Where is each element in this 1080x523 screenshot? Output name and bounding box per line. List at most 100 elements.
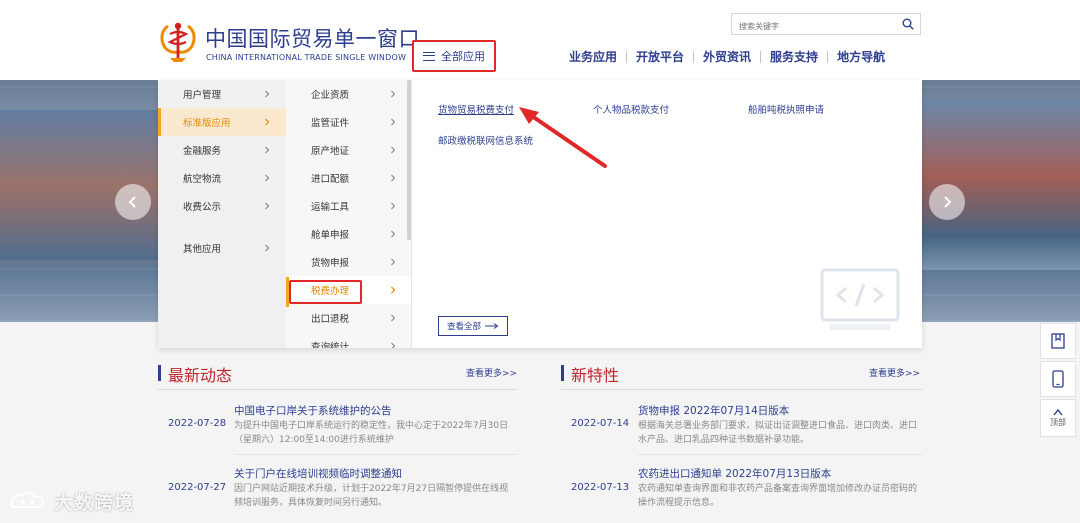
news-description: 为提升中国电子口岸系统运行的稳定性，我中心定于2022年7月30日（星期六）12… <box>234 421 509 445</box>
mobile-tool-button[interactable] <box>1040 361 1076 397</box>
nav-trade-news[interactable]: 外贸资讯 <box>694 48 760 65</box>
news-row-divider <box>234 454 518 455</box>
feature-description: 农药通知单查询界面和非农药产品备案查询界面增加修改办证员密码的操作流程提示信息。 <box>638 484 918 508</box>
category-label: 用户管理 <box>183 90 222 101</box>
chevron-right-icon <box>265 244 270 252</box>
view-all-button[interactable]: 查看全部 <box>438 316 508 336</box>
chevron-right-icon <box>265 146 270 154</box>
back-to-top-button[interactable]: 顶部 <box>1040 399 1076 437</box>
subcategory-label: 货物申报 <box>311 258 350 269</box>
all-apps-button[interactable]: 全部应用 <box>412 40 496 72</box>
link-ship-tonnage-tax-license[interactable]: 船舶吨税执照申请 <box>748 102 824 116</box>
all-apps-dropdown: 用户管理 标准版应用 金融服务 航空物流 收费公示 其他应用 企业资质 监管证件… <box>158 80 922 348</box>
logo-subtitle: CHINA INTERNATIONAL TRADE SINGLE WINDOW <box>206 53 407 62</box>
chevron-right-icon <box>391 286 396 294</box>
subcategory-label: 进口配额 <box>311 174 350 185</box>
subcategory-query-statistics[interactable]: 查询统计 <box>286 332 411 348</box>
new-features-title: 新特性 <box>561 362 619 386</box>
view-all-label: 查看全部 <box>446 322 481 332</box>
category-label: 标准版应用 <box>183 118 231 129</box>
category-other-apps[interactable]: 其他应用 <box>158 234 286 262</box>
chevron-right-icon <box>391 202 396 210</box>
logo-title[interactable]: 中国国际贸易单一窗口 <box>205 23 420 53</box>
category-standard-apps[interactable]: 标准版应用 <box>158 108 286 136</box>
feature-title[interactable]: 货物申报 2022年07月14日版本 <box>638 403 789 418</box>
mobile-phone-icon <box>1052 370 1064 388</box>
latest-news-title: 最新动态 <box>158 362 232 386</box>
chevron-right-icon <box>944 196 952 208</box>
chevron-right-icon <box>265 202 270 210</box>
primary-category-list: 用户管理 标准版应用 金融服务 航空物流 收费公示 其他应用 <box>158 80 286 348</box>
secondary-category-list: 企业资质 监管证件 原产地证 进口配额 运输工具 舱单申报 货物申报 税费办理 <box>286 80 412 348</box>
watermark-text: 大数跨境 <box>54 492 135 514</box>
banner-next-button[interactable] <box>929 184 965 220</box>
search-input[interactable] <box>732 16 892 37</box>
subcategory-goods-declaration[interactable]: 货物申报 <box>286 248 411 276</box>
top-navigation: 业务应用 开放平台 外贸资讯 服务支持 地方导航 <box>560 48 894 65</box>
news-description: 因门户网站近期技术升级，计划于2022年7月27日隔暂停提供在线视频培训服务，具… <box>234 484 509 508</box>
category-user-management[interactable]: 用户管理 <box>158 80 286 108</box>
nav-business-apps[interactable]: 业务应用 <box>560 48 626 65</box>
category-label: 航空物流 <box>183 174 222 185</box>
subcategory-import-quota[interactable]: 进口配额 <box>286 164 411 192</box>
chevron-right-icon <box>391 118 396 126</box>
subcategory-transport-vehicles[interactable]: 运输工具 <box>286 192 411 220</box>
category-fee-disclosure[interactable]: 收费公示 <box>158 192 286 220</box>
subcategory-certificate-of-origin[interactable]: 原产地证 <box>286 136 411 164</box>
subcategory-tax-handling[interactable]: 税费办理 <box>286 276 411 304</box>
nav-open-platform[interactable]: 开放平台 <box>627 48 693 65</box>
link-goods-trade-tax-payment[interactable]: 货物贸易税费支付 <box>438 102 514 116</box>
chevron-left-icon <box>128 196 136 208</box>
subcategory-regulatory-certificates[interactable]: 监管证件 <box>286 108 411 136</box>
category-label: 金融服务 <box>183 146 222 157</box>
feature-row-divider <box>638 454 922 455</box>
code-window-icon <box>820 268 900 330</box>
section-divider <box>158 389 518 390</box>
watermark: 大数跨境 <box>8 488 134 515</box>
subcategory-label: 原产地证 <box>311 146 350 157</box>
single-window-logo-icon[interactable] <box>160 20 196 64</box>
search-box <box>731 13 921 37</box>
arrow-up-icon <box>1053 408 1063 416</box>
subcategory-manifest-declaration[interactable]: 舱单申报 <box>286 220 411 248</box>
back-to-top-label: 顶部 <box>1050 418 1066 427</box>
subcategory-label: 税费办理 <box>311 286 350 297</box>
latest-news-more-link[interactable]: 查看更多>> <box>466 366 517 379</box>
watermark-logo-icon <box>10 490 45 508</box>
submenu-scrollbar[interactable] <box>407 80 411 240</box>
feature-title[interactable]: 农药进出口通知单 2022年07月13日版本 <box>638 466 831 481</box>
chevron-right-icon <box>265 90 270 98</box>
section-divider <box>561 389 922 390</box>
subcategory-export-tax-refund[interactable]: 出口退税 <box>286 304 411 332</box>
news-title[interactable]: 中国电子口岸关于系统维护的公告 <box>234 403 392 418</box>
subcategory-enterprise-qualification[interactable]: 企业资质 <box>286 80 411 108</box>
feature-date: 2022-07-13 <box>571 482 630 493</box>
new-features-more-link[interactable]: 查看更多>> <box>869 366 920 379</box>
bookmark-tool-button[interactable] <box>1040 323 1076 359</box>
news-title[interactable]: 关于门户在线培训视频临时调整通知 <box>234 466 402 481</box>
subcategory-label: 出口退税 <box>311 314 350 325</box>
chevron-right-icon <box>391 90 396 98</box>
category-financial-services[interactable]: 金融服务 <box>158 136 286 164</box>
side-toolbar: 顶部 <box>1040 323 1080 439</box>
search-icon[interactable] <box>902 18 914 30</box>
link-personal-goods-tax-payment[interactable]: 个人物品税款支付 <box>593 102 669 116</box>
banner-prev-button[interactable] <box>115 184 151 220</box>
arrow-right-icon <box>485 323 499 329</box>
chevron-right-icon <box>391 230 396 238</box>
nav-service-support[interactable]: 服务支持 <box>761 48 827 65</box>
chevron-right-icon <box>391 146 396 154</box>
category-label: 其他应用 <box>183 244 222 255</box>
active-subcategory-indicator <box>286 277 289 307</box>
subcategory-label: 企业资质 <box>311 90 350 101</box>
feature-description: 根据海关总署业务部门要求，拟证出证调整进口食品、进口肉类、进口水产品、进口乳品四… <box>638 421 918 445</box>
bookmark-icon <box>1051 333 1065 349</box>
chevron-right-icon <box>391 174 396 182</box>
subcategory-label: 查询统计 <box>311 342 350 348</box>
link-postal-tax-network-system[interactable]: 邮政缴税联网信息系统 <box>438 133 533 147</box>
subcategory-label: 监管证件 <box>311 118 350 129</box>
feature-date: 2022-07-14 <box>571 418 630 429</box>
site-header: 中国国际贸易单一窗口 CHINA INTERNATIONAL TRADE SIN… <box>0 0 1080 80</box>
category-air-logistics[interactable]: 航空物流 <box>158 164 286 192</box>
nav-local-navigation[interactable]: 地方导航 <box>828 48 894 65</box>
